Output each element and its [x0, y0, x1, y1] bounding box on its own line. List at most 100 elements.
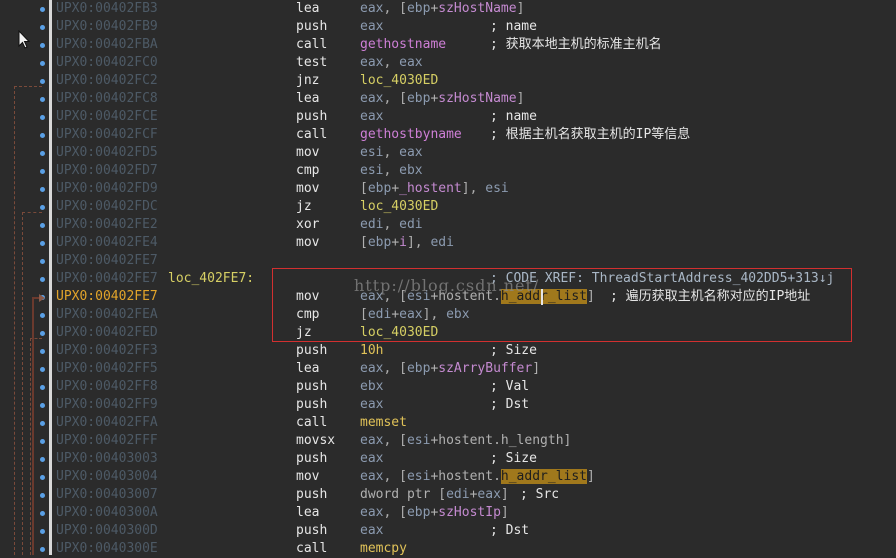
- operands[interactable]: gethostbyname: [360, 126, 462, 144]
- operands[interactable]: eax: [360, 18, 383, 36]
- breakpoint-dot-icon[interactable]: [40, 79, 45, 84]
- mnemonic: call: [296, 127, 328, 142]
- listing-line[interactable]: UPX0:0040300E call memcpy: [54, 540, 896, 558]
- address: UPX0:00402FB3: [56, 1, 158, 16]
- breakpoint-dot-icon[interactable]: [40, 457, 45, 462]
- breakpoint-dot-icon[interactable]: [40, 547, 45, 552]
- breakpoint-dot-icon[interactable]: [40, 331, 45, 336]
- operands[interactable]: eax, [ebp+szHostIp]: [360, 504, 509, 522]
- listing-line[interactable]: UPX0:0040300D push eax ; Dst: [54, 522, 896, 540]
- breakpoint-dot-icon[interactable]: [40, 7, 45, 12]
- operands[interactable]: eax: [360, 108, 383, 126]
- breakpoint-dot-icon[interactable]: [40, 133, 45, 138]
- operands[interactable]: eax, [esi+hostent.h_addr_list]: [360, 468, 595, 486]
- operands[interactable]: [ebp+i], edi: [360, 234, 454, 252]
- comment: ; name: [490, 109, 537, 124]
- operands[interactable]: gethostname: [360, 36, 446, 54]
- breakpoint-dot-icon[interactable]: [40, 259, 45, 264]
- listing-line[interactable]: UPX0:0040300A lea eax, [ebp+szHostIp]: [54, 504, 896, 522]
- operands[interactable]: [ebp+_hostent], esi: [360, 180, 509, 198]
- code-label[interactable]: loc_402FE7:: [168, 270, 254, 288]
- listing-line[interactable]: UPX0:00402FDC jz loc_4030ED: [54, 198, 896, 216]
- mnemonic: push: [296, 343, 328, 358]
- listing-line[interactable]: UPX0:00402FFF movsx eax, [esi+hostent.h_le…: [54, 432, 896, 450]
- breakpoint-dot-icon[interactable]: [40, 493, 45, 498]
- mnemonic: lea: [296, 1, 320, 16]
- operands[interactable]: eax, [ebp+szArryBuffer]: [360, 360, 540, 378]
- operands[interactable]: esi, eax: [360, 144, 423, 162]
- operands[interactable]: loc_4030ED: [360, 198, 438, 216]
- breakpoint-dot-icon[interactable]: [40, 511, 45, 516]
- breakpoint-dot-icon[interactable]: [40, 97, 45, 102]
- operands[interactable]: memset: [360, 414, 407, 432]
- operands[interactable]: eax, [ebp+szHostName]: [360, 0, 524, 18]
- breakpoint-dot-icon[interactable]: [40, 403, 45, 408]
- breakpoint-dot-icon[interactable]: [40, 349, 45, 354]
- operands[interactable]: eax, eax: [360, 54, 423, 72]
- operands[interactable]: eax: [360, 450, 383, 468]
- listing-line[interactable]: UPX0:00402FD5 mov esi, eax: [54, 144, 896, 162]
- listing-line[interactable]: UPX0:00402FCE push eax ; name: [54, 108, 896, 126]
- breakpoint-dot-icon[interactable]: [40, 241, 45, 246]
- breakpoint-dot-icon[interactable]: [40, 223, 45, 228]
- listing-line[interactable]: UPX0:00403003 push eax ; Size: [54, 450, 896, 468]
- operands[interactable]: edi, edi: [360, 216, 423, 234]
- address: UPX0:00402FE7: [56, 289, 158, 304]
- operands[interactable]: eax: [360, 522, 383, 540]
- flow-line-jnz: [14, 86, 15, 555]
- breakpoint-dot-icon[interactable]: [40, 25, 45, 30]
- listing-line[interactable]: UPX0:00402FFA call memset: [54, 414, 896, 432]
- breakpoint-dot-icon[interactable]: [40, 151, 45, 156]
- address: UPX0:0040300D: [56, 523, 158, 538]
- breakpoint-dot-icon[interactable]: [40, 439, 45, 444]
- breakpoint-dot-icon[interactable]: [40, 385, 45, 390]
- operands[interactable]: eax, [esi+hostent.h_length]: [360, 432, 571, 450]
- listing-line[interactable]: UPX0:00403007 push dword ptr [edi+eax] ; Sr…: [54, 486, 896, 504]
- breakpoint-dot-icon[interactable]: [40, 169, 45, 174]
- listing-line[interactable]: UPX0:00402FD9 mov [ebp+_hostent], esi: [54, 180, 896, 198]
- comment: ; Dst: [490, 523, 530, 538]
- breakpoint-dot-icon[interactable]: [40, 367, 45, 372]
- listing-line[interactable]: UPX0:00402FF9 push eax ; Dst: [54, 396, 896, 414]
- listing-line[interactable]: UPX0:00402FCF call gethostbyname ; 根据主机名获取主…: [54, 126, 896, 144]
- listing-line[interactable]: UPX0:00402FF8 push ebx ; Val: [54, 378, 896, 396]
- operands[interactable]: eax: [360, 396, 383, 414]
- listing-line[interactable]: UPX0:00402FB9 push eax ; name: [54, 18, 896, 36]
- mnemonic: mov: [296, 235, 320, 250]
- listing-line[interactable]: UPX0:00402FC2 jnz loc_4030ED: [54, 72, 896, 90]
- operands[interactable]: eax, [ebp+szHostName]: [360, 90, 524, 108]
- breakpoint-dot-icon[interactable]: [40, 529, 45, 534]
- breakpoint-dot-icon[interactable]: [40, 313, 45, 318]
- operands[interactable]: dword ptr [edi+eax]: [360, 486, 509, 504]
- listing-line[interactable]: UPX0:00402FD7 cmp esi, ebx: [54, 162, 896, 180]
- breakpoint-dot-icon[interactable]: [40, 277, 45, 282]
- breakpoint-dot-icon[interactable]: [40, 43, 45, 48]
- operands[interactable]: loc_4030ED: [360, 72, 438, 90]
- listing-line[interactable]: UPX0:00402FB3 lea eax, [ebp+szHostName]: [54, 0, 896, 18]
- listing-line[interactable]: UPX0:00402FBA call gethostname ; 获取本地主机的标准主…: [54, 36, 896, 54]
- listing-line[interactable]: UPX0:00402FC0 test eax, eax: [54, 54, 896, 72]
- text-caret: [541, 289, 543, 305]
- operands[interactable]: 10h: [360, 342, 383, 360]
- listing-line[interactable]: UPX0:00403004 mov eax, [esi+hostent.h_addr…: [54, 468, 896, 486]
- breakpoint-dot-icon[interactable]: [40, 187, 45, 192]
- breakpoint-dot-icon[interactable]: [40, 61, 45, 66]
- comment: ; Src: [520, 487, 560, 502]
- breakpoint-dot-icon[interactable]: [40, 115, 45, 120]
- address: UPX0:00402FE4: [56, 235, 158, 250]
- operands[interactable]: ebx: [360, 378, 383, 396]
- breakpoint-dot-icon[interactable]: [40, 205, 45, 210]
- watermark: http://blog.csdn.net/: [354, 276, 540, 295]
- comment: ; 根据主机名获取主机的IP等信息: [490, 127, 691, 142]
- breakpoint-dot-icon[interactable]: [40, 475, 45, 480]
- comment: ; Size: [490, 451, 537, 466]
- operands[interactable]: esi, ebx: [360, 162, 423, 180]
- breakpoint-dot-icon[interactable]: [40, 421, 45, 426]
- mnemonic: push: [296, 397, 328, 412]
- operands[interactable]: memcpy: [360, 540, 407, 558]
- listing-line[interactable]: UPX0:00402FE4 mov [ebp+i], edi: [54, 234, 896, 252]
- listing-line[interactable]: UPX0:00402FC8 lea eax, [ebp+szHostName]: [54, 90, 896, 108]
- listing-line[interactable]: UPX0:00402FF5 lea eax, [ebp+szArryBuffer]: [54, 360, 896, 378]
- listing-line[interactable]: UPX0:00402FE2 xor edi, edi: [54, 216, 896, 234]
- listing-line[interactable]: UPX0:00402FF3 push 10h ; Size: [54, 342, 896, 360]
